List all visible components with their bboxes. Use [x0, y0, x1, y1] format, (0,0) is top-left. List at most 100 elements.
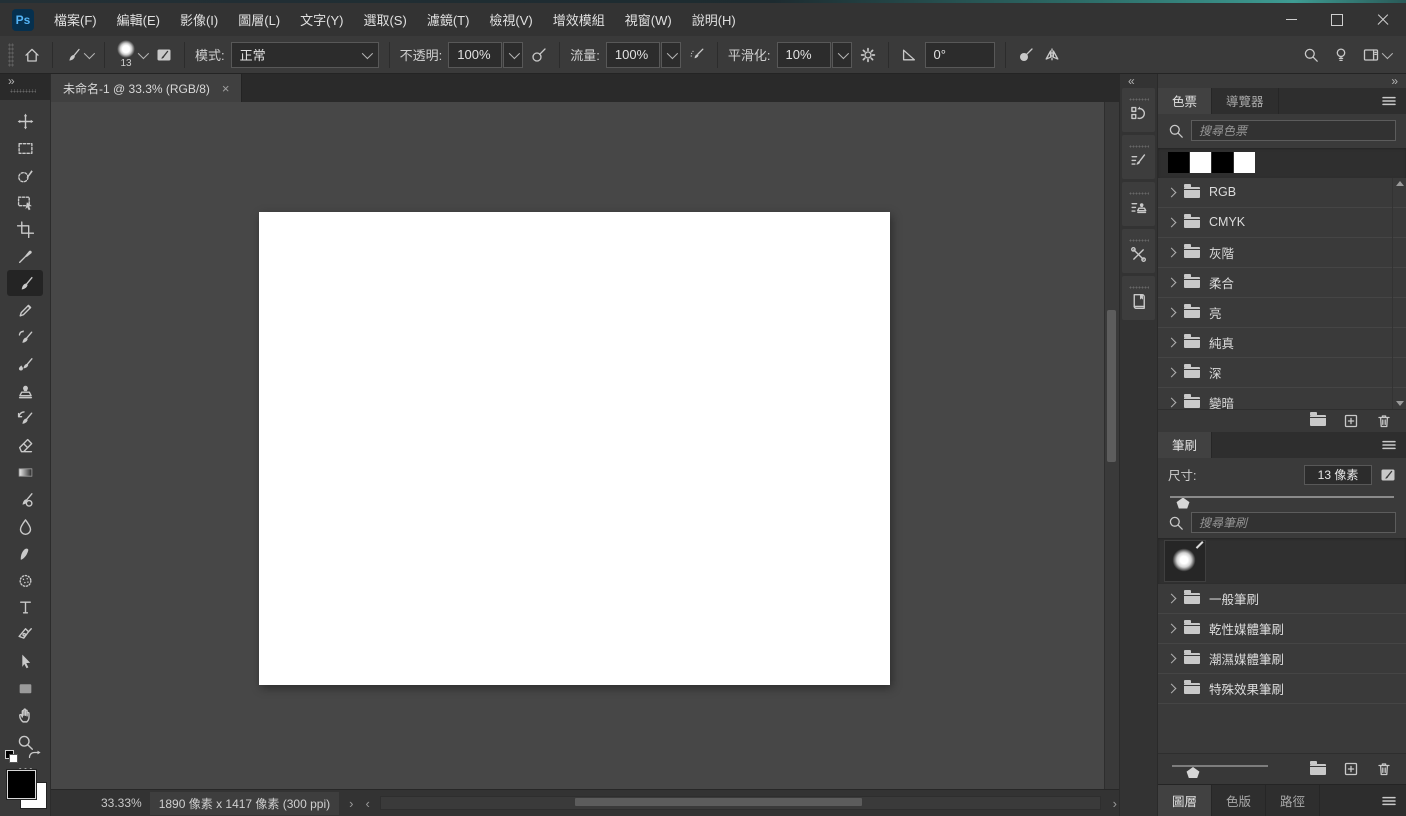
eyedropper-tool[interactable]: [7, 243, 43, 269]
vertical-scrollbar-thumb[interactable]: [1107, 310, 1116, 462]
brush-size-slider[interactable]: [1170, 492, 1394, 509]
expand-chevron-icon[interactable]: [1166, 593, 1177, 603]
move-tool[interactable]: [7, 108, 43, 134]
expand-chevron-icon[interactable]: [1166, 187, 1177, 198]
expand-chevron-icon[interactable]: [1166, 217, 1177, 228]
brush-group-row[interactable]: 一般筆刷: [1158, 584, 1406, 614]
expand-chevron-icon[interactable]: [1166, 307, 1177, 318]
swatch-group-row[interactable]: RGB: [1158, 178, 1406, 208]
pressure-opacity-button[interactable]: [529, 45, 549, 65]
swatch-group-row[interactable]: 灰階: [1158, 238, 1406, 268]
brush-group-row[interactable]: 特殊效果筆刷: [1158, 674, 1406, 704]
expand-chevron-icon[interactable]: [1166, 277, 1177, 288]
selected-brush-tile[interactable]: [1164, 539, 1206, 582]
panel-tab[interactable]: 色版: [1212, 785, 1267, 816]
swatch-group-row[interactable]: 柔合: [1158, 268, 1406, 298]
brush-settings-panel-button[interactable]: [1122, 135, 1155, 179]
opacity-dropdown-button[interactable]: [503, 41, 524, 68]
minimize-button[interactable]: [1268, 3, 1314, 36]
color-swatch[interactable]: [1168, 152, 1189, 174]
canvas-pasteboard[interactable]: [51, 102, 1119, 789]
menu-item[interactable]: 視窗(W): [615, 3, 682, 36]
brush-preset-picker[interactable]: 13: [115, 38, 150, 71]
toolbar-collapse-button[interactable]: »: [8, 75, 15, 87]
menu-item[interactable]: 編輯(E): [107, 3, 170, 36]
rectangular-marquee-tool[interactable]: [7, 135, 43, 161]
toggle-brush-settings-button[interactable]: [154, 45, 174, 65]
horizontal-scrollbar-thumb[interactable]: [574, 798, 863, 806]
swatch-group-row[interactable]: 純真: [1158, 328, 1406, 358]
maximize-button[interactable]: [1314, 3, 1360, 36]
close-button[interactable]: [1360, 3, 1406, 36]
document-canvas[interactable]: [259, 212, 890, 685]
preview-size-slider[interactable]: [1172, 762, 1268, 778]
panel-menu-button[interactable]: [1372, 88, 1406, 114]
menu-item[interactable]: 濾鏡(T): [417, 3, 480, 36]
search-button[interactable]: [1301, 45, 1321, 65]
slider-thumb[interactable]: [1176, 497, 1190, 509]
menu-item[interactable]: 圖層(L): [228, 3, 290, 36]
menu-item[interactable]: 選取(S): [353, 3, 416, 36]
new-swatch-button[interactable]: [1343, 413, 1359, 429]
eraser-tool[interactable]: [7, 432, 43, 458]
slider-thumb[interactable]: [1186, 767, 1200, 778]
selection-brush-tool[interactable]: [7, 162, 43, 188]
expand-chevron-icon[interactable]: [1166, 247, 1177, 258]
default-colors-icon[interactable]: [5, 750, 18, 763]
panel-tab[interactable]: 色票: [1158, 87, 1213, 114]
swatches-search-input[interactable]: [1191, 120, 1396, 142]
clone-stamp-tool[interactable]: [7, 378, 43, 404]
tool-preset-button[interactable]: [63, 45, 96, 65]
panel-menu-button[interactable]: [1372, 432, 1406, 458]
brush-tool[interactable]: [7, 270, 43, 296]
document-tab[interactable]: 未命名-1 @ 33.3% (RGB/8) ×: [51, 74, 243, 102]
expand-chevron-icon[interactable]: [1166, 397, 1177, 408]
history-panel-button[interactable]: [1122, 88, 1155, 132]
panel-tab[interactable]: 導覽器: [1212, 87, 1279, 114]
scroll-down-icon[interactable]: [1395, 400, 1404, 406]
flow-value-field[interactable]: 100%: [605, 41, 660, 68]
brush-size-field[interactable]: 13 像素: [1304, 464, 1372, 485]
blur-tool[interactable]: [7, 513, 43, 539]
vertical-scrollbar[interactable]: [1104, 102, 1119, 789]
panel-tab[interactable]: 路徑: [1266, 785, 1321, 816]
mixer-brush-tool[interactable]: [7, 351, 43, 377]
toolbar-grip[interactable]: [10, 89, 36, 93]
color-swatch[interactable]: [1212, 152, 1233, 174]
brushes-search-input[interactable]: [1191, 512, 1396, 533]
rectangle-tool[interactable]: [7, 675, 43, 701]
panel-menu-button[interactable]: [1372, 785, 1406, 816]
expand-chevron-icon[interactable]: [1166, 683, 1177, 693]
swatch-group-row[interactable]: 亮: [1158, 298, 1406, 328]
menu-item[interactable]: 檔案(F): [44, 3, 107, 36]
smoothing-options-button[interactable]: [858, 45, 878, 65]
color-swatch[interactable]: [1234, 152, 1255, 174]
new-group-button[interactable]: [1310, 412, 1326, 426]
hand-tool[interactable]: [7, 702, 43, 728]
menu-item[interactable]: 文字(Y): [290, 3, 353, 36]
blend-mode-select[interactable]: 正常: [230, 41, 379, 68]
smoothing-dropdown-button[interactable]: [831, 41, 852, 68]
list-scrollbar[interactable]: [1392, 177, 1406, 409]
remove-tool[interactable]: [7, 486, 43, 512]
swatch-group-row[interactable]: CMYK: [1158, 208, 1406, 238]
menu-item[interactable]: 增效模組: [543, 3, 615, 36]
brush-angle-field[interactable]: 0°: [924, 41, 995, 68]
menu-item[interactable]: 影像(I): [170, 3, 228, 36]
workspace-switcher[interactable]: [1361, 45, 1394, 65]
color-replacement-tool[interactable]: [7, 324, 43, 350]
discover-button[interactable]: [1331, 45, 1351, 65]
expand-chevron-icon[interactable]: [1166, 367, 1177, 378]
zoom-level[interactable]: 33.33%: [101, 796, 142, 810]
new-brush-button[interactable]: [1343, 761, 1359, 777]
brush-group-row[interactable]: 乾性媒體筆刷: [1158, 614, 1406, 644]
gradient-tool[interactable]: [7, 459, 43, 485]
sponge-tool[interactable]: [7, 567, 43, 593]
path-selection-tool[interactable]: [7, 648, 43, 674]
tab-close-button[interactable]: ×: [220, 81, 232, 96]
brush-group-row[interactable]: 潮濕媒體筆刷: [1158, 644, 1406, 674]
history-brush-tool[interactable]: [7, 405, 43, 431]
clone-source-panel-button[interactable]: [1122, 182, 1155, 226]
home-button[interactable]: [22, 45, 42, 65]
new-group-button[interactable]: [1310, 760, 1326, 775]
